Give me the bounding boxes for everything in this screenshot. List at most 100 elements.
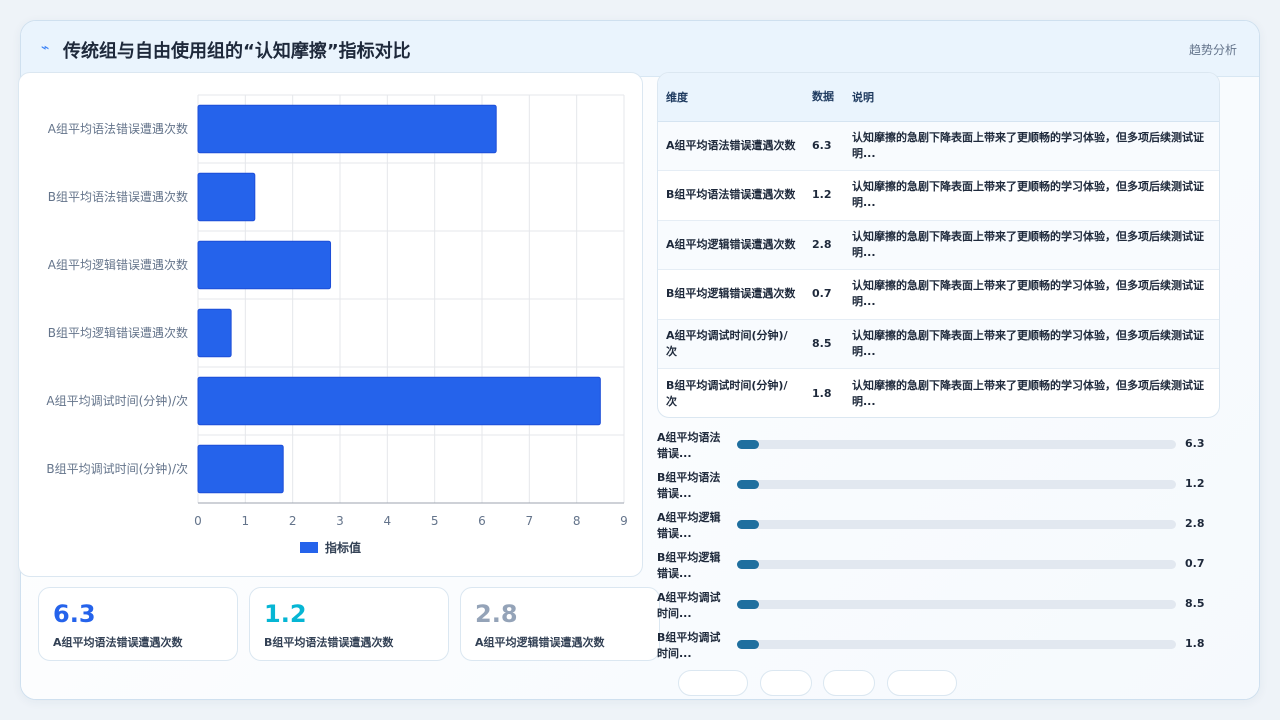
progress-row: A组平均逻辑错误... 2.8 [657, 508, 1220, 548]
stat-value: 1.2 [264, 600, 307, 628]
cell-dimension: B组平均调试时间(分钟)/次 [666, 378, 788, 408]
column-header-data: 数据 [804, 73, 844, 122]
cell-value: 2.8 [804, 220, 844, 270]
card-header: ⌁ 传统组与自由使用组的“认知摩擦”指标对比 趋势分析 [21, 21, 1259, 77]
cell-description: 认知摩擦的急剧下降表面上带来了更顺畅的学习体验，但多项后续测试证明... [844, 170, 1219, 221]
table-header-row: 维度 数据 说明 [658, 73, 1219, 122]
data-table: 维度 数据 说明 A组平均语法错误遭遇次数 6.3 认知摩擦的急剧下降表面上带来了更… [658, 73, 1219, 418]
progress-track [737, 560, 1176, 569]
progress-value: 2.8 [1185, 517, 1205, 530]
spark-icon: ⌁ [41, 40, 50, 56]
table-row: B组平均逻辑错误遭遇次数 0.7 认知摩擦的急剧下降表面上带来了更顺畅的学习体验，但… [658, 269, 1219, 320]
progress-label: A组平均语法错误... [657, 431, 721, 460]
progress-value: 0.7 [1185, 557, 1205, 570]
cell-description: 认知摩擦的急剧下降表面上带来了更顺畅的学习体验，但多项后续测试证明... [844, 269, 1219, 320]
progress-fill [737, 520, 759, 529]
cell-dimension: B组平均逻辑错误遭遇次数 [658, 269, 804, 320]
x-tick-label: 2 [289, 514, 297, 528]
x-tick-label: 4 [384, 514, 392, 528]
progress-label: A组平均调试时间... [657, 591, 721, 620]
progress-fill [737, 600, 759, 609]
filter-pill[interactable] [823, 670, 875, 696]
data-table-panel: 维度 数据 说明 A组平均语法错误遭遇次数 6.3 认知摩擦的急剧下降表面上带来了更… [657, 72, 1220, 418]
cell-value: 0.7 [804, 269, 844, 320]
cell-description: 认知摩擦的急剧下降表面上带来了更顺畅的学习体验，但多项后续测试证明... [844, 121, 1219, 171]
stat-label: A组平均语法错误遭遇次数 [53, 636, 183, 649]
progress-row: A组平均调试时间... 8.5 [657, 588, 1220, 628]
category-label: A组平均调试时间(分钟)/次 [46, 393, 188, 408]
stat-value: 2.8 [475, 600, 518, 628]
stat-label: B组平均语法错误遭遇次数 [264, 636, 394, 649]
progress-label: B组平均逻辑错误... [657, 551, 721, 580]
bar [197, 172, 256, 222]
progress-row: B组平均逻辑错误... 0.7 [657, 548, 1220, 588]
cell-dimension: A组平均调试时间(分钟)/次 [658, 319, 804, 369]
progress-label: A组平均逻辑错误... [657, 511, 721, 540]
cell-value: 1.2 [804, 170, 844, 221]
legend-swatch [300, 542, 318, 553]
bar [197, 444, 284, 494]
progress-track [737, 640, 1176, 649]
table-row: B组平均调试时间(分钟)/次 1.8 认知摩擦的急剧下降表面上带来了更顺畅的学习体验… [658, 369, 1219, 418]
stat-card-3: 2.8 A组平均逻辑错误遭遇次数 [460, 587, 660, 661]
progress-value: 6.3 [1185, 437, 1205, 450]
filter-pill[interactable] [887, 670, 957, 696]
cell-description: 认知摩擦的急剧下降表面上带来了更顺畅的学习体验，但多项后续测试证明... [844, 220, 1219, 270]
x-tick-label: 9 [620, 514, 628, 528]
progress-label: B组平均调试时间... [657, 631, 721, 660]
x-tick-label: 6 [478, 514, 486, 528]
progress-row: A组平均语法错误... 6.3 [657, 428, 1220, 468]
progress-fill [737, 560, 759, 569]
bar [197, 104, 497, 154]
bar-chart-panel: A组平均语法错误遭遇次数 B组平均语法错误遭遇次数 A组平均逻辑错误遭遇次数 B组平均… [18, 72, 643, 577]
stat-label: A组平均逻辑错误遭遇次数 [475, 636, 605, 649]
progress-label: B组平均语法错误... [657, 471, 721, 500]
bar [197, 240, 332, 290]
progress-fill [737, 440, 759, 449]
progress-fill [737, 640, 759, 649]
page-title: 传统组与自由使用组的“认知摩擦”指标对比 [63, 41, 411, 62]
progress-fill [737, 480, 759, 489]
cell-description: 认知摩擦的急剧下降表面上带来了更顺畅的学习体验，但多项后续测试证明... [844, 319, 1219, 369]
cell-value: 1.8 [812, 386, 832, 400]
x-tick-label: 8 [573, 514, 581, 528]
category-label: A组平均语法错误遭遇次数 [48, 121, 188, 136]
progress-track [737, 440, 1176, 449]
x-tick-label: 1 [242, 514, 250, 528]
progress-list: A组平均语法错误... 6.3 B组平均语法错误... 1.2 A组平均逻辑错误… [657, 428, 1220, 668]
table-row: A组平均语法错误遭遇次数 6.3 认知摩擦的急剧下降表面上带来了更顺畅的学习体验，但… [658, 121, 1219, 171]
table-row: B组平均语法错误遭遇次数 1.2 认知摩擦的急剧下降表面上带来了更顺畅的学习体验，但… [658, 170, 1219, 221]
x-tick-label: 5 [431, 514, 439, 528]
cell-value: 8.5 [804, 319, 844, 369]
cell-dimension: A组平均语法错误遭遇次数 [658, 121, 804, 171]
stat-value: 6.3 [53, 600, 96, 628]
category-label: B组平均语法错误遭遇次数 [48, 189, 188, 204]
progress-track [737, 480, 1176, 489]
stat-card-1: 6.3 A组平均语法错误遭遇次数 [38, 587, 238, 661]
table-row: A组平均调试时间(分钟)/次 8.5 认知摩擦的急剧下降表面上带来了更顺畅的学习体验… [658, 319, 1219, 369]
progress-value: 1.8 [1185, 637, 1205, 650]
progress-track [737, 520, 1176, 529]
cell-dimension: B组平均语法错误遭遇次数 [658, 170, 804, 221]
stat-card-2: 1.2 B组平均语法错误遭遇次数 [249, 587, 449, 661]
category-label: B组平均调试时间(分钟)/次 [46, 461, 188, 476]
x-tick-label: 3 [336, 514, 344, 528]
filter-pill[interactable] [678, 670, 748, 696]
trend-analysis-link[interactable]: 趋势分析 [1189, 41, 1237, 58]
progress-track [737, 600, 1176, 609]
progress-value: 1.2 [1185, 477, 1205, 490]
column-header-description: 说明 [844, 73, 1219, 122]
progress-row: B组平均语法错误... 1.2 [657, 468, 1220, 508]
cell-dimension: A组平均逻辑错误遭遇次数 [658, 220, 804, 270]
column-header-dimension: 维度 [658, 73, 804, 122]
filter-pill[interactable] [760, 670, 812, 696]
cell-value: 6.3 [804, 121, 844, 171]
bar-chart: A组平均语法错误遭遇次数 B组平均语法错误遭遇次数 A组平均逻辑错误遭遇次数 B组平均… [46, 94, 628, 555]
x-tick-label: 7 [526, 514, 534, 528]
bar [197, 308, 232, 358]
cell-description: 认知摩擦的急剧下降表面上带来了更顺畅的学习体验，但多项后续测试证明... [852, 378, 1204, 408]
bar [197, 376, 601, 426]
x-tick-label: 0 [194, 514, 202, 528]
category-label: A组平均逻辑错误遭遇次数 [48, 257, 188, 272]
legend-label: 指标值 [325, 540, 361, 555]
